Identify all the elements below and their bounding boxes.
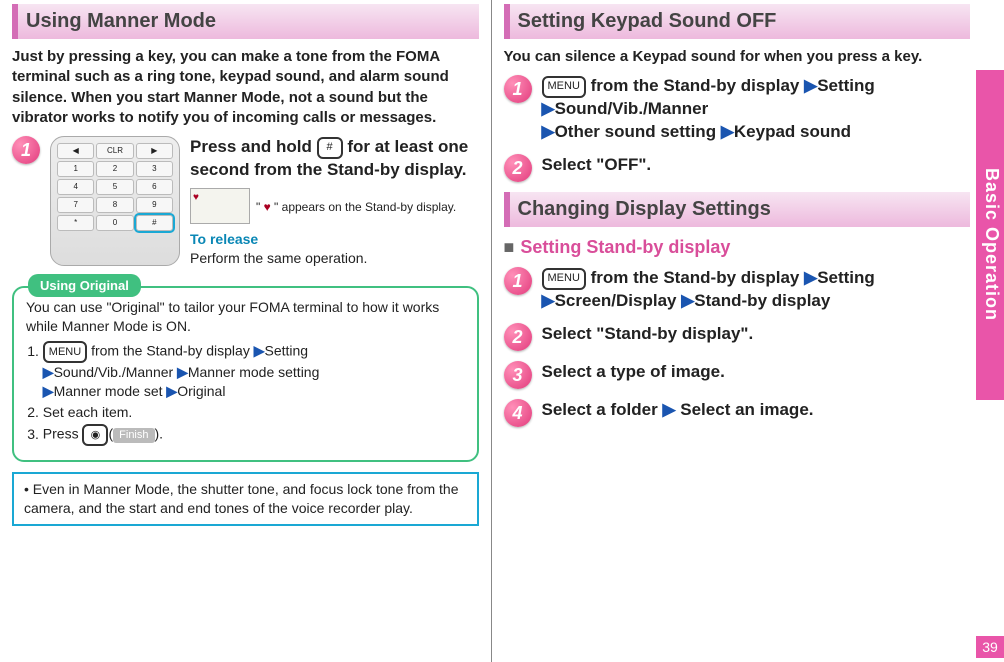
menu-key-icon: MENU: [43, 341, 87, 363]
step-1-manner: 1 ◀CLR▶ 123 456 789 *0# Press and hold #…: [12, 136, 479, 268]
section-title-changing-display: Changing Display Settings: [504, 192, 971, 227]
arrow-icon: ▶: [681, 291, 694, 310]
hash-key-inline-icon: #: [317, 137, 343, 159]
arrow-icon: ▶: [43, 364, 54, 380]
arrow-icon: ▶: [542, 122, 555, 141]
display-step-2: 2 Select "Stand-by display".: [504, 323, 971, 351]
display-step-3: 3 Select a type of image.: [504, 361, 971, 389]
arrow-icon: ▶: [804, 76, 817, 95]
step-number: 3: [504, 361, 532, 389]
section-title-manner-mode: Using Manner Mode: [12, 4, 479, 39]
page-number: 39: [976, 636, 1004, 658]
heart-icon: ♥: [193, 191, 199, 205]
step1-text-a: Press and hold: [190, 137, 317, 156]
phone-illustration: ◀CLR▶ 123 456 789 *0#: [50, 136, 180, 266]
display-step-4: 4 Select a folder ▶ Select an image.: [504, 399, 971, 427]
callout-step-2: Set each item.: [43, 403, 465, 422]
using-original-tab: Using Original: [28, 274, 141, 298]
menu-key-icon: MENU: [542, 268, 586, 290]
keypad-step-2: 2 Select "OFF".: [504, 154, 971, 182]
arrow-icon: ▶: [43, 383, 54, 399]
section-title-keypad-sound-off: Setting Keypad Sound OFF: [504, 4, 971, 39]
appears-note: " ♥ " appears on the Stand-by display.: [256, 199, 456, 215]
arrow-icon: ▶: [254, 343, 265, 359]
to-release-label: To release: [190, 230, 479, 249]
display-step-1: 1 MENU from the Stand-by display ▶Settin…: [504, 267, 971, 313]
arrow-icon: ▶: [542, 291, 555, 310]
arrow-icon: ▶: [721, 122, 734, 141]
step-number: 4: [504, 399, 532, 427]
arrow-icon: ▶: [166, 383, 177, 399]
step-number: 1: [504, 75, 532, 103]
side-tab-basic-operation: Basic Operation: [976, 70, 1004, 400]
manner-mode-note: • Even in Manner Mode, the shutter tone,…: [12, 472, 479, 526]
sub-section-standby-display: ■Setting Stand-by display: [504, 235, 971, 259]
callout-step-3: Press ◉(Finish).: [43, 424, 465, 446]
callout-intro: You can use "Original" to tailor your FO…: [26, 298, 465, 336]
arrow-icon: ▶: [177, 364, 188, 380]
heart-icon: ♥: [264, 200, 271, 214]
camera-key-icon: ◉: [82, 424, 108, 446]
step-number: 1: [504, 267, 532, 295]
arrow-icon: ▶: [804, 268, 817, 287]
callout-step-1: MENU from the Stand-by display ▶Setting …: [43, 341, 465, 401]
arrow-icon: ▶: [542, 99, 555, 118]
step-number: 2: [504, 323, 532, 351]
using-original-callout: Using Original You can use "Original" to…: [12, 286, 479, 462]
standby-mini-screen: ♥: [190, 188, 250, 224]
step-number: 2: [504, 154, 532, 182]
intro-keypad-sound-off: You can silence a Keypad sound for when …: [504, 47, 971, 67]
intro-manner-mode: Just by pressing a key, you can make a t…: [12, 47, 479, 128]
arrow-icon: ▶: [662, 400, 675, 419]
hash-key-icon: #: [136, 215, 173, 231]
step-number: 1: [12, 136, 40, 164]
menu-key-icon: MENU: [542, 76, 586, 98]
to-release-body: Perform the same operation.: [190, 249, 479, 268]
keypad-step-1: 1 MENU from the Stand-by display ▶Settin…: [504, 75, 971, 144]
square-bullet-icon: ■: [504, 237, 515, 257]
finish-softkey: Finish: [113, 428, 154, 443]
